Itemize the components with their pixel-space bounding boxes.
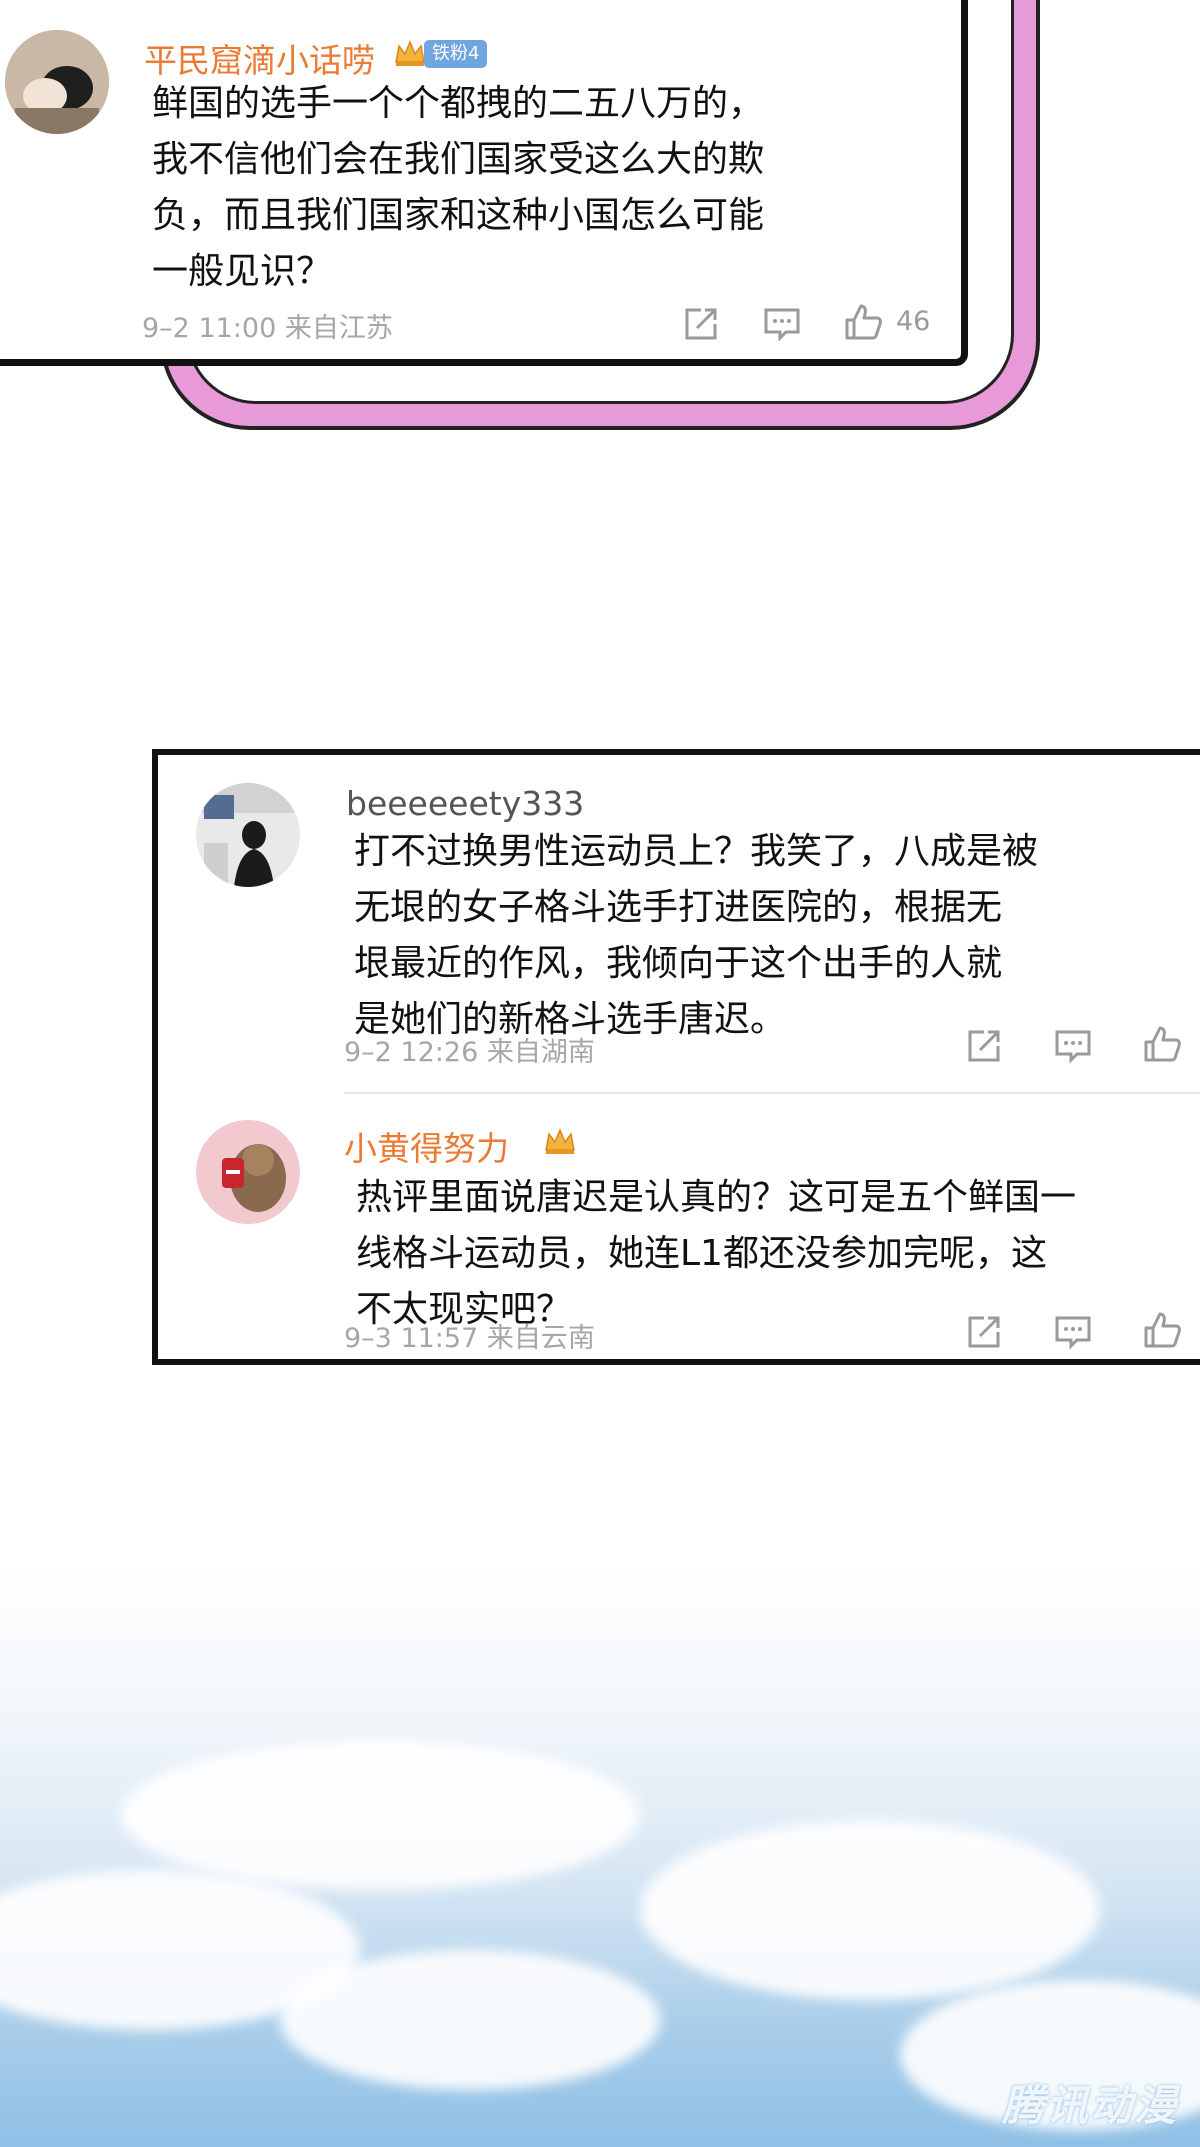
- share-icon[interactable]: [964, 1312, 1004, 1352]
- comment-text: 打不过换男性运动员上？我笑了，八成是被 无垠的女子格斗选手打进医院的，根据无 垠…: [354, 824, 1038, 1048]
- avatar-image: [196, 783, 300, 887]
- avatar-image: [196, 1120, 300, 1224]
- divider: [344, 1092, 1200, 1094]
- comment-line: 鲜国的选手一个个都拽的二五八万的，: [152, 83, 765, 124]
- comment-meta: 9–2 12:26 来自湖南: [344, 1037, 595, 1068]
- comment-icon[interactable]: [1053, 1026, 1093, 1066]
- avatar[interactable]: [5, 30, 109, 134]
- comment-line: 负，而且我们国家和这种小国怎么可能: [152, 195, 765, 236]
- crown-icon: [395, 40, 425, 66]
- username[interactable]: 小黄得努力: [344, 1122, 509, 1170]
- comment-line: 热评里面说唐迟是认真的？这可是五个鲜国一: [356, 1177, 1077, 1218]
- comment-line: 一般见识？: [152, 251, 333, 292]
- comment-meta: 9–3 11:57 来自云南: [344, 1323, 595, 1354]
- avatar-image: [5, 30, 109, 134]
- comment-icon[interactable]: [762, 304, 802, 344]
- username[interactable]: beeeeeety333: [346, 784, 584, 823]
- comment-line: 无垠的女子格斗选手打进医院的，根据无: [354, 887, 1003, 928]
- like-count: 46: [896, 306, 931, 337]
- share-icon[interactable]: [964, 1026, 1004, 1066]
- share-icon[interactable]: [681, 304, 721, 344]
- comment-meta: 9–2 11:00 来自江苏: [142, 313, 393, 344]
- avatar[interactable]: [196, 783, 300, 887]
- username[interactable]: 平民窟滴小话唠: [144, 34, 375, 82]
- comment-line: 打不过换男性运动员上？我笑了，八成是被: [354, 831, 1039, 872]
- comment-icon[interactable]: [1053, 1312, 1093, 1352]
- cloud: [120, 1740, 640, 1890]
- cloud: [280, 1950, 660, 2090]
- cloud: [640, 1820, 1100, 2000]
- comment-line: 线格斗运动员，她连L1都还没参加完呢，这: [356, 1233, 1047, 1274]
- watermark-logo: 腾讯动漫: [1001, 2081, 1178, 2130]
- crown-icon: [545, 1128, 575, 1154]
- fan-badge: 铁粉4: [424, 40, 488, 68]
- like-icon[interactable]: [843, 302, 883, 342]
- like-icon[interactable]: [1142, 1310, 1182, 1350]
- comment-line: 我不信他们会在我们国家受这么大的欺: [152, 139, 765, 180]
- comment-line: 垠最近的作风，我倾向于这个出手的人就: [354, 943, 1003, 984]
- avatar[interactable]: [196, 1120, 300, 1224]
- like-icon[interactable]: [1142, 1024, 1182, 1064]
- comment-text: 鲜国的选手一个个都拽的二五八万的， 我不信他们会在我们国家受这么大的欺 负，而且…: [152, 76, 764, 300]
